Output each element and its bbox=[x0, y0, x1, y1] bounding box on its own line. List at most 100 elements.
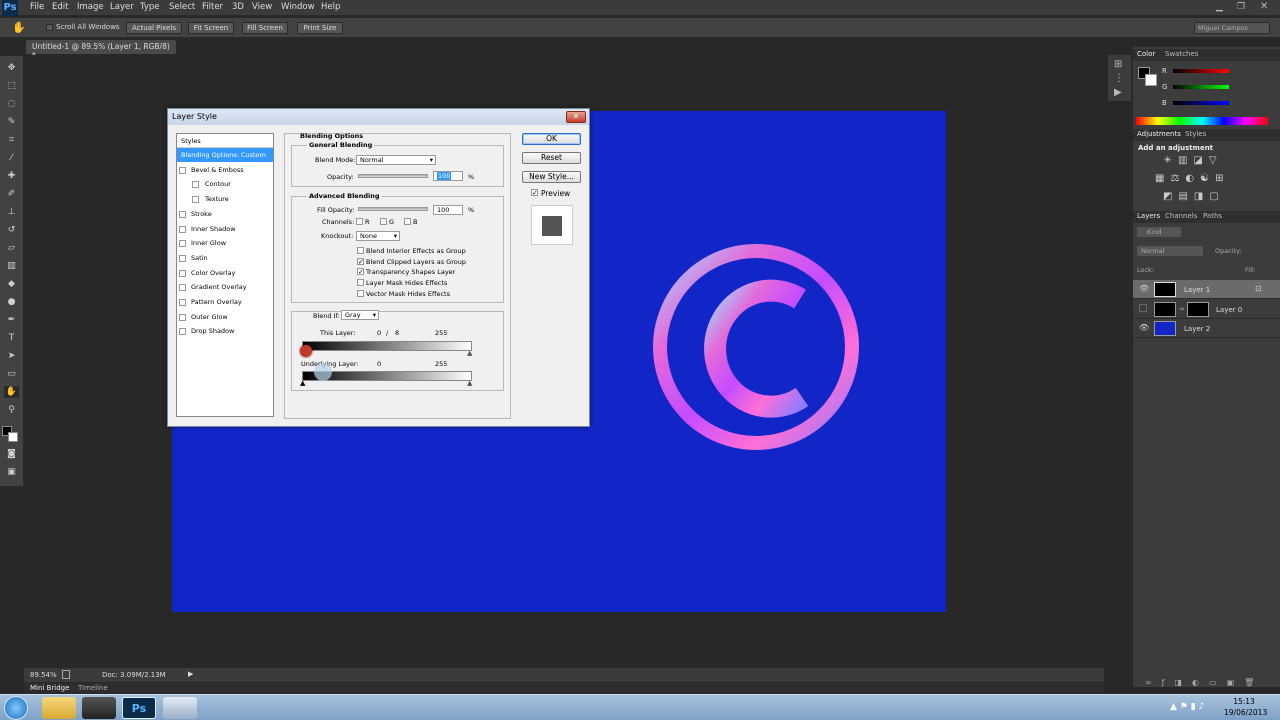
advanced-option-checkbox[interactable] bbox=[357, 279, 364, 287]
clock-date[interactable]: 19/06/2013 bbox=[1224, 708, 1267, 717]
style-item[interactable]: Outer Glow bbox=[177, 310, 273, 324]
layer-blend-mode-select[interactable]: Normal bbox=[1137, 246, 1203, 256]
menu-view[interactable]: View bbox=[252, 2, 272, 12]
media-taskbar-icon[interactable] bbox=[82, 697, 116, 719]
layers-panel-footer-icons[interactable]: ∞ƒ◨◐▭▣🗑 bbox=[1133, 678, 1280, 692]
photoshop-taskbar-icon[interactable]: Ps bbox=[122, 697, 156, 719]
brush-tool-icon[interactable]: ✐ bbox=[4, 188, 19, 200]
styles-header[interactable]: Styles bbox=[177, 134, 273, 148]
style-checkbox[interactable] bbox=[192, 181, 199, 189]
history-brush-tool-icon[interactable]: ↺ bbox=[4, 224, 19, 236]
style-checkbox[interactable] bbox=[179, 210, 186, 218]
style-checkbox[interactable] bbox=[179, 240, 186, 248]
lasso-tool-icon[interactable]: ◌ bbox=[4, 98, 19, 110]
menu-window[interactable]: Window bbox=[281, 2, 315, 12]
advanced-option-checkbox[interactable] bbox=[357, 289, 364, 297]
fill-opacity-input[interactable]: 100 bbox=[433, 205, 463, 215]
style-checkbox[interactable] bbox=[179, 328, 186, 336]
blue-slider[interactable] bbox=[1173, 101, 1229, 105]
layer-name[interactable]: Layer 2 bbox=[1184, 325, 1210, 333]
menu-help[interactable]: Help bbox=[321, 2, 340, 12]
ok-button[interactable]: OK bbox=[522, 133, 581, 145]
app-taskbar-icon[interactable] bbox=[163, 697, 197, 719]
style-item[interactable]: Color Overlay bbox=[177, 266, 273, 280]
style-item[interactable]: Inner Shadow bbox=[177, 222, 273, 236]
layer-kind-filter[interactable]: Kind bbox=[1137, 227, 1181, 237]
style-checkbox[interactable] bbox=[179, 254, 186, 262]
style-item[interactable]: Bevel & Emboss bbox=[177, 163, 273, 177]
tab-layers[interactable]: Layers bbox=[1137, 212, 1160, 220]
layer-row-layer-0[interactable]: ∞ Layer 0 bbox=[1133, 300, 1280, 319]
type-tool-icon[interactable]: T bbox=[4, 332, 19, 344]
tab-paths[interactable]: Paths bbox=[1203, 212, 1222, 220]
style-item[interactable]: Satin bbox=[177, 251, 273, 265]
layer-name[interactable]: Layer 1 bbox=[1184, 286, 1210, 294]
new-style-button[interactable]: New Style... bbox=[522, 171, 581, 183]
workspace-select[interactable]: Miguel Campos bbox=[1194, 22, 1270, 34]
explorer-taskbar-icon[interactable] bbox=[42, 697, 76, 719]
quick-select-tool-icon[interactable]: ✎ bbox=[4, 116, 19, 128]
history-panel-icon[interactable]: ⊞ bbox=[1114, 59, 1122, 70]
style-item[interactable]: Blending Options: Custom bbox=[177, 148, 273, 162]
blur-tool-icon[interactable]: ◆ bbox=[4, 278, 19, 290]
close-window-icon[interactable]: ✕ bbox=[1260, 1, 1268, 12]
eraser-tool-icon[interactable]: ▱ bbox=[4, 242, 19, 254]
hand-tool-icon[interactable]: ✋ bbox=[4, 386, 19, 398]
clock-time[interactable]: 15:13 bbox=[1224, 697, 1264, 706]
style-item[interactable]: Gradient Overlay bbox=[177, 280, 273, 294]
eyedropper-tool-icon[interactable]: ⁄ bbox=[4, 152, 19, 164]
menu-filter[interactable]: Filter bbox=[202, 2, 223, 12]
blend-if-select[interactable]: Gray ▾ bbox=[341, 310, 379, 320]
channel-g-checkbox[interactable] bbox=[380, 218, 387, 225]
style-checkbox[interactable] bbox=[179, 313, 186, 321]
tab-channels[interactable]: Channels bbox=[1165, 212, 1197, 220]
actions-panel-icon[interactable]: ▶ bbox=[1114, 87, 1122, 98]
background-color-swatch[interactable] bbox=[8, 432, 18, 442]
marquee-tool-icon[interactable]: ⬚ bbox=[4, 80, 19, 92]
zoom-tool-icon[interactable]: ⚲ bbox=[4, 404, 19, 416]
advanced-option-checkbox[interactable]: ✓ bbox=[357, 257, 364, 265]
pen-tool-icon[interactable]: ✒ bbox=[4, 314, 19, 326]
crop-tool-icon[interactable]: ⌗ bbox=[4, 134, 19, 146]
layer-row-layer-2[interactable]: 👁 Layer 2 bbox=[1133, 319, 1280, 338]
style-checkbox[interactable] bbox=[179, 269, 186, 277]
healing-tool-icon[interactable]: ✚ bbox=[4, 170, 19, 182]
properties-panel-icon[interactable]: ⋮ bbox=[1114, 73, 1124, 84]
move-tool-icon[interactable]: ✥ bbox=[4, 62, 19, 74]
menu-file[interactable]: File bbox=[30, 2, 44, 12]
maximize-icon[interactable]: ❐ bbox=[1237, 2, 1245, 12]
visibility-toggle[interactable] bbox=[1139, 304, 1147, 312]
style-checkbox[interactable] bbox=[192, 196, 199, 204]
menu-type[interactable]: Type bbox=[140, 2, 160, 12]
stamp-tool-icon[interactable]: ⊥ bbox=[4, 206, 19, 218]
underlying-high-handle[interactable]: ▲ bbox=[467, 379, 472, 387]
style-item[interactable]: Pattern Overlay bbox=[177, 295, 273, 309]
status-menu-arrow-icon[interactable]: ▶ bbox=[188, 670, 193, 678]
menu-3d[interactable]: 3D bbox=[232, 2, 244, 12]
reset-button[interactable]: Reset bbox=[522, 152, 581, 164]
menu-edit[interactable]: Edit bbox=[52, 2, 68, 12]
layer-row-layer-1[interactable]: 👁 Layer 1 ⊡ bbox=[1133, 280, 1280, 299]
color-spectrum-bar[interactable] bbox=[1136, 117, 1268, 125]
start-button-icon[interactable] bbox=[4, 696, 28, 720]
tab-mini-bridge[interactable]: Mini Bridge bbox=[30, 684, 69, 692]
style-item[interactable]: Texture bbox=[177, 192, 273, 206]
opacity-input[interactable]: 100 bbox=[433, 171, 463, 181]
red-slider[interactable] bbox=[1173, 69, 1229, 73]
menu-image[interactable]: Image bbox=[77, 2, 104, 12]
underlying-low-handle[interactable]: ▲ bbox=[300, 379, 305, 387]
shape-tool-icon[interactable]: ▭ bbox=[4, 368, 19, 380]
fill-opacity-slider[interactable] bbox=[358, 207, 428, 211]
tab-swatches[interactable]: Swatches bbox=[1165, 50, 1198, 58]
dodge-tool-icon[interactable]: ● bbox=[4, 296, 19, 308]
blend-mode-select[interactable]: Normal ▾ bbox=[356, 155, 436, 165]
style-item[interactable]: Drop Shadow bbox=[177, 324, 273, 338]
tab-adjustments[interactable]: Adjustments bbox=[1137, 130, 1181, 138]
this-layer-low-handle[interactable] bbox=[300, 345, 312, 357]
fit-screen-button[interactable]: Fit Screen bbox=[188, 22, 234, 34]
visibility-eye-icon[interactable]: 👁 bbox=[1139, 323, 1149, 332]
menu-layer[interactable]: Layer bbox=[110, 2, 134, 12]
zoom-level[interactable]: 89.54% bbox=[30, 671, 57, 679]
adjustment-icons-row-3[interactable]: ◩▤◨▢ bbox=[1163, 191, 1225, 202]
scroll-all-checkbox[interactable] bbox=[46, 24, 53, 31]
